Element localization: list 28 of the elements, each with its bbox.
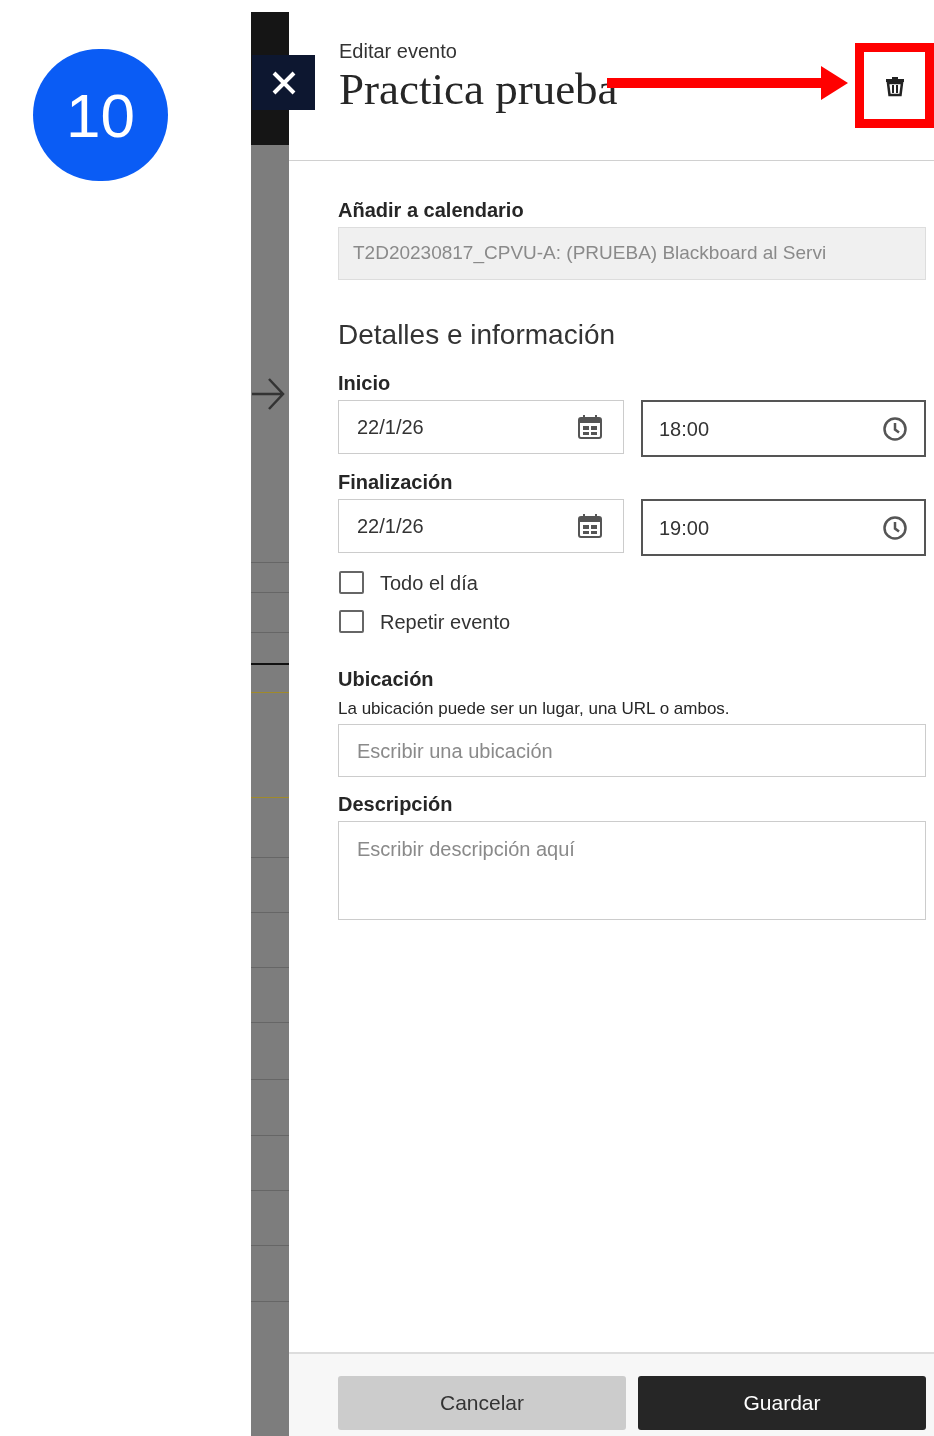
arrow-icon	[252, 376, 286, 412]
clock-icon	[882, 415, 908, 442]
hint-text: La ubicación puede ser un lugar, una URL o ambos.	[338, 698, 731, 720]
trash-icon	[883, 74, 907, 98]
field-label: Finalización	[338, 470, 454, 495]
time-field[interactable]: 19:00	[641, 499, 926, 556]
field-label: Inicio	[338, 371, 392, 396]
date-field[interactable]: 22/1/26	[338, 499, 624, 553]
checkbox[interactable]	[339, 610, 364, 633]
clock-icon	[882, 514, 908, 541]
close-icon	[270, 69, 297, 96]
close-button[interactable]	[252, 55, 315, 110]
section-heading: Detalles e información	[338, 318, 617, 352]
checkbox-label: Repetir evento	[380, 609, 511, 635]
save-button[interactable]: Guardar	[638, 1376, 926, 1430]
panel-subtitle: Editar evento	[339, 39, 458, 64]
calendar-icon	[577, 513, 603, 539]
checkbox-label: Todo el día	[380, 570, 478, 596]
checkbox[interactable]	[339, 571, 364, 594]
field-label: Descripción	[338, 792, 454, 817]
date-field[interactable]: 22/1/26	[338, 400, 624, 454]
time-field[interactable]: 18:00	[641, 400, 926, 457]
calendar-icon	[577, 414, 603, 440]
step-badge: 10	[33, 49, 168, 181]
field-label: Añadir a calendario	[338, 198, 525, 223]
field-label: Ubicación	[338, 667, 435, 692]
cancel-button[interactable]: Cancelar	[338, 1376, 626, 1430]
event-title: Practica prueba	[339, 64, 618, 114]
